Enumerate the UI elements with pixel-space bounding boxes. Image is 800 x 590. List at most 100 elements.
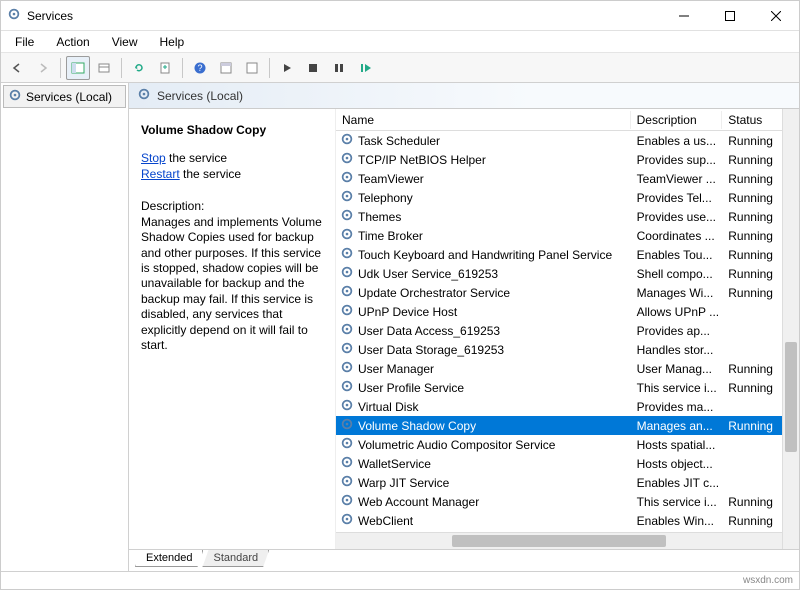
properties-button[interactable] (214, 56, 238, 80)
stop-service-link[interactable]: Stop (141, 151, 166, 165)
restart-service-button[interactable] (353, 56, 377, 80)
service-status: Running (722, 229, 782, 243)
gear-icon (340, 360, 354, 377)
start-service-button[interactable] (275, 56, 299, 80)
service-description: Allows UPnP ... (631, 305, 723, 319)
separator (60, 58, 61, 78)
menu-file[interactable]: File (5, 33, 44, 51)
service-row[interactable]: Volumetric Audio Compositor Service Hosts… (336, 435, 782, 454)
service-name: Virtual Disk (358, 400, 418, 414)
gear-icon (340, 227, 354, 244)
service-description: Enables JIT c... (631, 476, 723, 490)
menu-action[interactable]: Action (46, 33, 99, 51)
service-row[interactable]: WebClientEnables Win...Running (336, 511, 782, 530)
gear-icon (340, 208, 354, 225)
services-icon (137, 87, 151, 104)
service-status: Running (722, 514, 782, 528)
selected-service-title: Volume Shadow Copy (141, 123, 323, 137)
service-row[interactable]: User Data Access_619253 Provides ap... (336, 321, 782, 340)
service-name: Volume Shadow Copy (358, 419, 476, 433)
tab-extended[interactable]: Extended (135, 550, 203, 567)
column-description[interactable]: Description (631, 111, 723, 129)
gear-icon (340, 284, 354, 301)
service-description: Hosts object... (631, 457, 723, 471)
vertical-scrollbar[interactable] (782, 109, 799, 549)
gear-icon (340, 493, 354, 510)
service-row[interactable]: TeamViewerTeamViewer ...Running (336, 169, 782, 188)
service-name: User Data Access_619253 (358, 324, 500, 338)
gear-icon (340, 246, 354, 263)
service-name: Web Account Manager (358, 495, 479, 509)
services-icon (8, 88, 22, 105)
service-status: Running (722, 153, 782, 167)
menu-help[interactable]: Help (150, 33, 195, 51)
stop-suffix: the service (166, 151, 227, 165)
service-status: Running (722, 381, 782, 395)
stop-service-button[interactable] (301, 56, 325, 80)
service-row[interactable]: Touch Keyboard and Handwriting Panel Ser… (336, 245, 782, 264)
service-row[interactable]: Virtual DiskProvides ma... (336, 397, 782, 416)
tree-pane: Services (Local) (1, 83, 129, 571)
service-row[interactable]: Web Account ManagerThis service i...Runn… (336, 492, 782, 511)
service-name: WebClient (358, 514, 413, 528)
service-description: Hosts spatial... (631, 438, 723, 452)
service-row[interactable]: ThemesProvides use...Running (336, 207, 782, 226)
service-row[interactable]: Update Orchestrator ServiceManages Wi...… (336, 283, 782, 302)
window-controls (661, 1, 799, 30)
details-panel: Volume Shadow Copy Stop the service Rest… (129, 109, 335, 549)
service-row[interactable]: Volume Shadow CopyManages an...Running (336, 416, 782, 435)
pause-service-button[interactable] (327, 56, 351, 80)
service-row[interactable]: WalletServiceHosts object... (336, 454, 782, 473)
menu-view[interactable]: View (102, 33, 148, 51)
separator (121, 58, 122, 78)
service-row[interactable]: TCP/IP NetBIOS HelperProvides sup...Runn… (336, 150, 782, 169)
description-text: Manages and implements Volume Shadow Cop… (141, 215, 323, 353)
service-description: Provides ap... (631, 324, 723, 338)
tree-root-label: Services (Local) (26, 90, 112, 104)
gear-icon (340, 341, 354, 358)
column-status[interactable]: Status (722, 111, 782, 129)
service-status: Running (722, 362, 782, 376)
service-row[interactable]: User Data Storage_619253Handles stor... (336, 340, 782, 359)
tab-standard[interactable]: Standard (202, 550, 269, 567)
services-icon (7, 7, 21, 24)
service-name: Volumetric Audio Compositor Service (358, 438, 555, 452)
service-list: Name Description Status Task SchedulerEn… (335, 109, 799, 549)
list-header: Name Description Status (336, 109, 782, 131)
service-row[interactable]: User ManagerUser Manag...Running (336, 359, 782, 378)
gear-icon (340, 512, 354, 529)
service-description: Manages Wi... (631, 286, 723, 300)
service-row[interactable]: User Profile ServiceThis service i...Run… (336, 378, 782, 397)
export-button[interactable] (92, 56, 116, 80)
back-button[interactable] (5, 56, 29, 80)
gear-icon (340, 474, 354, 491)
maximize-button[interactable] (707, 1, 753, 30)
list-rows: Task SchedulerEnables a us...RunningTCP/… (336, 131, 782, 532)
menubar: File Action View Help (1, 31, 799, 53)
forward-button[interactable] (31, 56, 55, 80)
export-list-button[interactable] (153, 56, 177, 80)
restart-service-link[interactable]: Restart (141, 167, 180, 181)
refresh-button[interactable] (127, 56, 151, 80)
service-description: Enables a us... (631, 134, 723, 148)
service-row[interactable]: UPnP Device HostAllows UPnP ... (336, 302, 782, 321)
service-status: Running (722, 210, 782, 224)
toolbar: ? (1, 53, 799, 83)
service-name: Udk User Service_619253 (358, 267, 498, 281)
show-hide-tree-button[interactable] (66, 56, 90, 80)
help-button[interactable]: ? (188, 56, 212, 80)
service-row[interactable]: Warp JIT Service Enables JIT c... (336, 473, 782, 492)
properties2-button[interactable] (240, 56, 264, 80)
service-row[interactable]: Task SchedulerEnables a us...Running (336, 131, 782, 150)
service-row[interactable]: TelephonyProvides Tel...Running (336, 188, 782, 207)
content-pane: Services (Local) Volume Shadow Copy Stop… (129, 83, 799, 571)
tree-root-services-local[interactable]: Services (Local) (3, 85, 126, 108)
service-row[interactable]: Time BrokerCoordinates ...Running (336, 226, 782, 245)
close-button[interactable] (753, 1, 799, 30)
minimize-button[interactable] (661, 1, 707, 30)
column-name[interactable]: Name (336, 111, 631, 129)
service-name: User Manager (358, 362, 434, 376)
service-row[interactable]: Udk User Service_619253Shell compo...Run… (336, 264, 782, 283)
horizontal-scrollbar[interactable] (336, 532, 782, 549)
service-name: Warp JIT Service (358, 476, 449, 490)
